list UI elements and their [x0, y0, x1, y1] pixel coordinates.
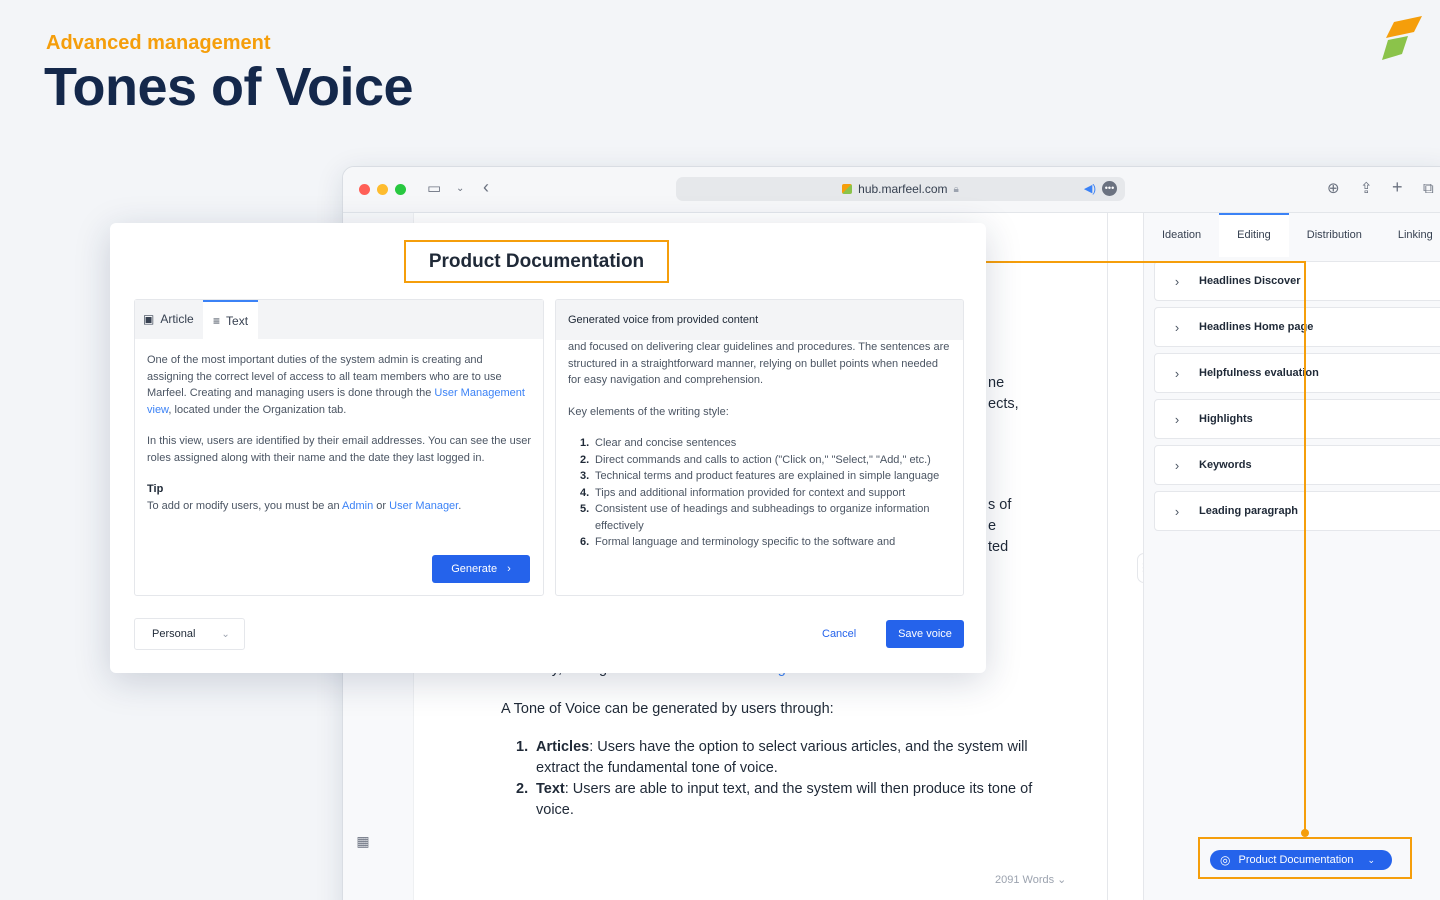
output-key-heading: Key elements of the writing style:: [568, 405, 729, 418]
lock-icon: 🔒︎: [953, 183, 959, 195]
share-icon[interactable]: ⇪: [1360, 179, 1373, 199]
sidebar: Ideation Editing Distribution Linking › H…: [1143, 213, 1440, 900]
section-headlines-discover[interactable]: › Headlines Discover: [1154, 261, 1440, 301]
chevron-down-icon: ⌄: [1057, 874, 1067, 886]
tab-ideation[interactable]: Ideation: [1144, 213, 1219, 257]
output-body[interactable]: and focused on delivering clear guidelin…: [556, 339, 963, 551]
list-item: 6. Formal language and terminology specif…: [580, 536, 896, 548]
tab-article[interactable]: ▣ Article: [143, 300, 194, 339]
save-voice-button[interactable]: Save voice: [886, 620, 964, 648]
editor-intro: A Tone of Voice can be generated by user…: [501, 701, 834, 717]
url-bar[interactable]: hub.marfeel.com 🔒︎ ◀︎) •••: [676, 177, 1125, 201]
url-text: hub.marfeel.com: [858, 182, 948, 196]
minimize-window-button[interactable]: [377, 184, 388, 195]
section-leading-paragraph[interactable]: › Leading paragraph: [1154, 491, 1440, 531]
list-item: 2. Direct commands and calls to action ("…: [580, 453, 931, 466]
list-item: 5. Consistent use of headings and subhead…: [580, 503, 930, 532]
editor-fragment: ted: [988, 539, 1009, 555]
modal-title: Product Documentation: [404, 240, 669, 283]
close-window-button[interactable]: [359, 184, 370, 195]
slide-eyebrow: Advanced management: [46, 32, 271, 54]
cancel-button[interactable]: Cancel: [822, 620, 856, 648]
chevron-right-icon: ›: [1174, 365, 1180, 381]
maximize-window-button[interactable]: [395, 184, 406, 195]
sidebar-toggle-icon[interactable]: ▭: [427, 179, 441, 199]
new-tab-icon[interactable]: +: [1392, 177, 1403, 197]
chevron-right-icon: ›: [1174, 457, 1180, 473]
tone-of-voice-modal: Product Documentation ▣ Article ≡ Text One…: [110, 223, 986, 673]
output-panel: Generated voice from provided content an…: [555, 299, 964, 596]
list-item: 1. Clear and concise sentences: [580, 437, 737, 449]
chevron-right-icon: ›: [1174, 503, 1180, 519]
editor-fragment: e: [988, 518, 997, 534]
tab-text[interactable]: ≡ Text: [203, 300, 259, 340]
section-keywords[interactable]: › Keywords: [1154, 445, 1440, 485]
list-item: 3. Technical terms and product features a…: [580, 470, 940, 482]
input-tabs: ▣ Article ≡ Text: [135, 300, 543, 340]
section-list: › Headlines Discover › Headlines Home page…: [1154, 261, 1440, 537]
section-helpfulness[interactable]: › Helpfulness evaluation: [1154, 353, 1440, 393]
chevron-right-icon: ›: [1174, 411, 1180, 427]
chevron-down-icon: ⌄: [221, 628, 230, 640]
tab-distribution[interactable]: Distribution: [1289, 213, 1380, 257]
output-intro: and focused on delivering clear guidelin…: [568, 341, 950, 386]
admin-link[interactable]: Admin: [342, 500, 373, 512]
editor-fragment: ects,: [988, 396, 1019, 412]
word-count[interactable]: 2091 Words ⌄: [995, 873, 1066, 886]
chevron-down-icon[interactable]: ⌄: [456, 179, 464, 199]
text-icon: ≡: [213, 313, 221, 328]
slide-title: Tones of Voice: [44, 57, 414, 117]
voice-scope-select[interactable]: Personal ⌄: [134, 618, 245, 650]
list-item: 4. Tips and additional information provid…: [580, 486, 906, 499]
brand-logo-icon: [1382, 16, 1422, 60]
editor-list: 1. Articles: Users have the option to sel…: [516, 737, 1036, 821]
editor-fragment: ne: [988, 375, 1005, 391]
list-item: 1. Articles: Users have the option to sel…: [516, 739, 1028, 776]
tip-block: Tip To add or modify users, you must be a…: [147, 483, 462, 512]
chevron-right-icon: ›: [1174, 273, 1180, 289]
building-icon[interactable]: ▦: [355, 833, 371, 849]
output-list: 1. Clear and concise sentences 2. Direct c…: [568, 435, 951, 551]
section-headlines-home[interactable]: › Headlines Home page: [1154, 307, 1440, 347]
section-highlights[interactable]: › Highlights: [1154, 399, 1440, 439]
sidebar-tabs: Ideation Editing Distribution Linking: [1144, 213, 1440, 257]
input-paragraph: In this view, users are identified by th…: [147, 435, 531, 464]
tabs-icon[interactable]: ⧉: [1423, 179, 1434, 199]
article-icon: ▣: [143, 312, 155, 326]
tab-linking[interactable]: Linking: [1380, 213, 1440, 257]
input-panel: ▣ Article ≡ Text One of the most important…: [134, 299, 544, 596]
chevron-right-icon: ›: [507, 563, 511, 575]
more-icon[interactable]: •••: [1102, 181, 1117, 196]
editor-fragment: s of: [988, 497, 1012, 513]
output-heading: Generated voice from provided content: [556, 300, 963, 340]
chevron-right-icon: ›: [1174, 319, 1180, 335]
input-paragraph: One of the most important duties of the …: [147, 354, 525, 416]
download-icon[interactable]: ⊕: [1327, 179, 1340, 199]
input-text[interactable]: One of the most important duties of the …: [147, 352, 532, 529]
user-manager-link[interactable]: User Manager: [389, 500, 458, 512]
back-icon[interactable]: ‹: [483, 177, 489, 197]
favicon-icon: [842, 184, 853, 194]
generate-button[interactable]: Generate ›: [432, 555, 530, 583]
tab-editing[interactable]: Editing: [1219, 213, 1289, 257]
callout-highlight-box: [1198, 837, 1412, 879]
list-item: 2. Text: Users are able to input text, an…: [516, 781, 1033, 818]
speaker-icon[interactable]: ◀︎): [1084, 182, 1096, 195]
browser-toolbar: ▭ ⌄ ‹ hub.marfeel.com 🔒︎ ◀︎) ••• ⊕ ⇪ + ⧉: [343, 167, 1440, 213]
